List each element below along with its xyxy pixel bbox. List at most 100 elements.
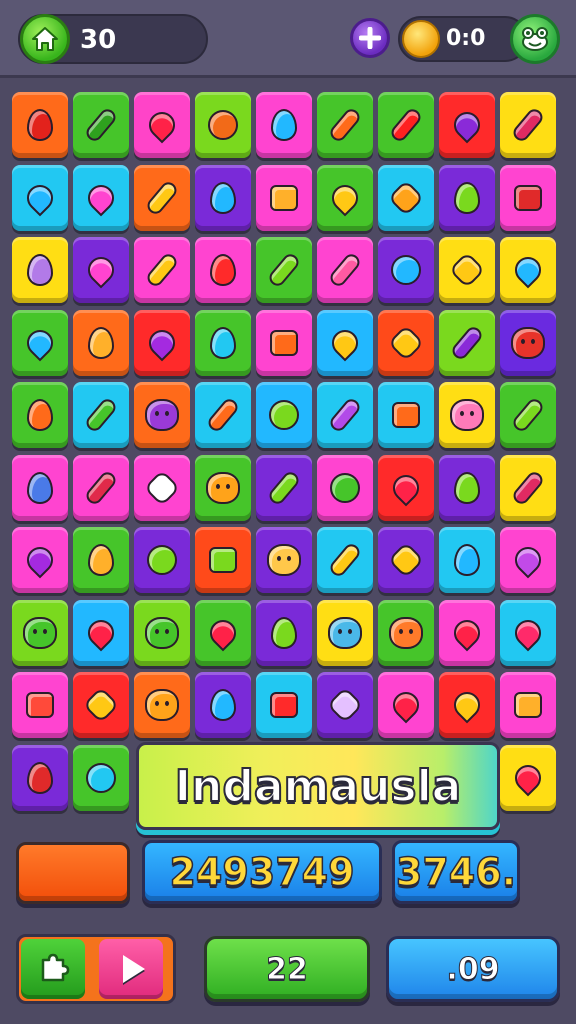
board-tile[interactable] (378, 92, 434, 158)
board-tile[interactable] (378, 672, 434, 738)
board-tile[interactable] (12, 164, 68, 231)
board-tile[interactable] (317, 599, 373, 666)
board-tile[interactable] (378, 309, 434, 376)
board-tile[interactable] (12, 92, 68, 158)
board-tile[interactable] (134, 672, 190, 738)
board-tile[interactable] (256, 527, 312, 593)
board-tile[interactable] (73, 599, 129, 666)
title-banner: Indamausla (136, 742, 500, 830)
board-tile[interactable] (378, 454, 434, 521)
board-tile[interactable] (439, 527, 495, 593)
board-tile[interactable] (256, 92, 312, 158)
pill-candy-icon (83, 468, 119, 507)
green-action-button[interactable]: 22 (204, 936, 370, 1002)
board-tile[interactable] (134, 454, 190, 521)
board-tile[interactable] (12, 382, 68, 448)
board-tile[interactable] (195, 309, 251, 376)
board-tile[interactable] (256, 672, 312, 738)
board-tile[interactable] (500, 382, 556, 448)
board-tile[interactable] (500, 744, 556, 811)
board-tile[interactable] (256, 164, 312, 231)
board-tile[interactable] (439, 92, 495, 158)
board-tile[interactable] (256, 237, 312, 303)
board-tile[interactable] (12, 237, 68, 303)
plus-button[interactable] (350, 18, 390, 58)
board-tile[interactable] (500, 454, 556, 521)
board-tile[interactable] (134, 527, 190, 593)
board-tile[interactable] (73, 382, 129, 448)
board-tile[interactable] (500, 527, 556, 593)
board-tile[interactable] (317, 164, 373, 231)
board-tile[interactable] (439, 309, 495, 376)
board-tile[interactable] (439, 672, 495, 738)
board-tile[interactable] (195, 237, 251, 303)
square-candy-icon (26, 692, 54, 718)
board-tile[interactable] (378, 599, 434, 666)
board-tile[interactable] (317, 309, 373, 376)
board-tile[interactable] (134, 164, 190, 231)
board-tile[interactable] (500, 599, 556, 666)
board-tile[interactable] (317, 454, 373, 521)
banner-title: Indamausla (174, 760, 463, 813)
board-tile[interactable] (500, 92, 556, 158)
star-candy-icon (387, 324, 425, 361)
board-tile[interactable] (500, 237, 556, 303)
board-tile[interactable] (317, 672, 373, 738)
board-tile[interactable] (12, 599, 68, 666)
home-button[interactable] (20, 14, 70, 64)
board-tile[interactable] (256, 454, 312, 521)
board-tile[interactable] (12, 454, 68, 521)
heart-candy-icon (143, 106, 181, 144)
board-tile[interactable] (500, 309, 556, 376)
board-tile[interactable] (12, 744, 68, 811)
board-tile[interactable] (134, 92, 190, 158)
board-tile[interactable] (378, 382, 434, 448)
board-tile[interactable] (134, 309, 190, 376)
board-tile[interactable] (439, 237, 495, 303)
board-tile[interactable] (73, 527, 129, 593)
board-tile[interactable] (317, 527, 373, 593)
play-button[interactable] (99, 939, 163, 999)
board-tile[interactable] (439, 164, 495, 231)
board-tile[interactable] (500, 164, 556, 231)
board-tile[interactable] (73, 164, 129, 231)
board-tile[interactable] (317, 92, 373, 158)
board-tile[interactable] (195, 527, 251, 593)
board-tile[interactable] (73, 454, 129, 521)
frog-settings-icon (522, 27, 548, 51)
board-tile[interactable] (256, 382, 312, 448)
board-tile[interactable] (317, 237, 373, 303)
board-tile[interactable] (378, 527, 434, 593)
board-tile[interactable] (500, 672, 556, 738)
board-tile[interactable] (73, 309, 129, 376)
board-tile[interactable] (378, 164, 434, 231)
board-tile[interactable] (134, 382, 190, 448)
board-tile[interactable] (73, 92, 129, 158)
board-tile[interactable] (195, 164, 251, 231)
orange-progress-bar (16, 842, 130, 904)
board-tile[interactable] (134, 599, 190, 666)
board-tile[interactable] (195, 599, 251, 666)
board-tile[interactable] (195, 672, 251, 738)
board-tile[interactable] (73, 672, 129, 738)
board-tile[interactable] (439, 454, 495, 521)
board-tile[interactable] (73, 744, 129, 811)
board-tile[interactable] (256, 599, 312, 666)
puzzle-button[interactable] (21, 939, 85, 999)
heart-candy-icon (509, 614, 547, 651)
board-tile[interactable] (256, 309, 312, 376)
board-tile[interactable] (195, 92, 251, 158)
board-tile[interactable] (73, 237, 129, 303)
board-tile[interactable] (439, 599, 495, 666)
board-tile[interactable] (195, 382, 251, 448)
board-tile[interactable] (439, 382, 495, 448)
blue-action-button[interactable]: .09 (386, 936, 560, 1002)
settings-button[interactable] (510, 14, 560, 64)
board-tile[interactable] (12, 527, 68, 593)
board-tile[interactable] (12, 672, 68, 738)
board-tile[interactable] (317, 382, 373, 448)
board-tile[interactable] (134, 237, 190, 303)
board-tile[interactable] (195, 454, 251, 521)
board-tile[interactable] (378, 237, 434, 303)
board-tile[interactable] (12, 309, 68, 376)
